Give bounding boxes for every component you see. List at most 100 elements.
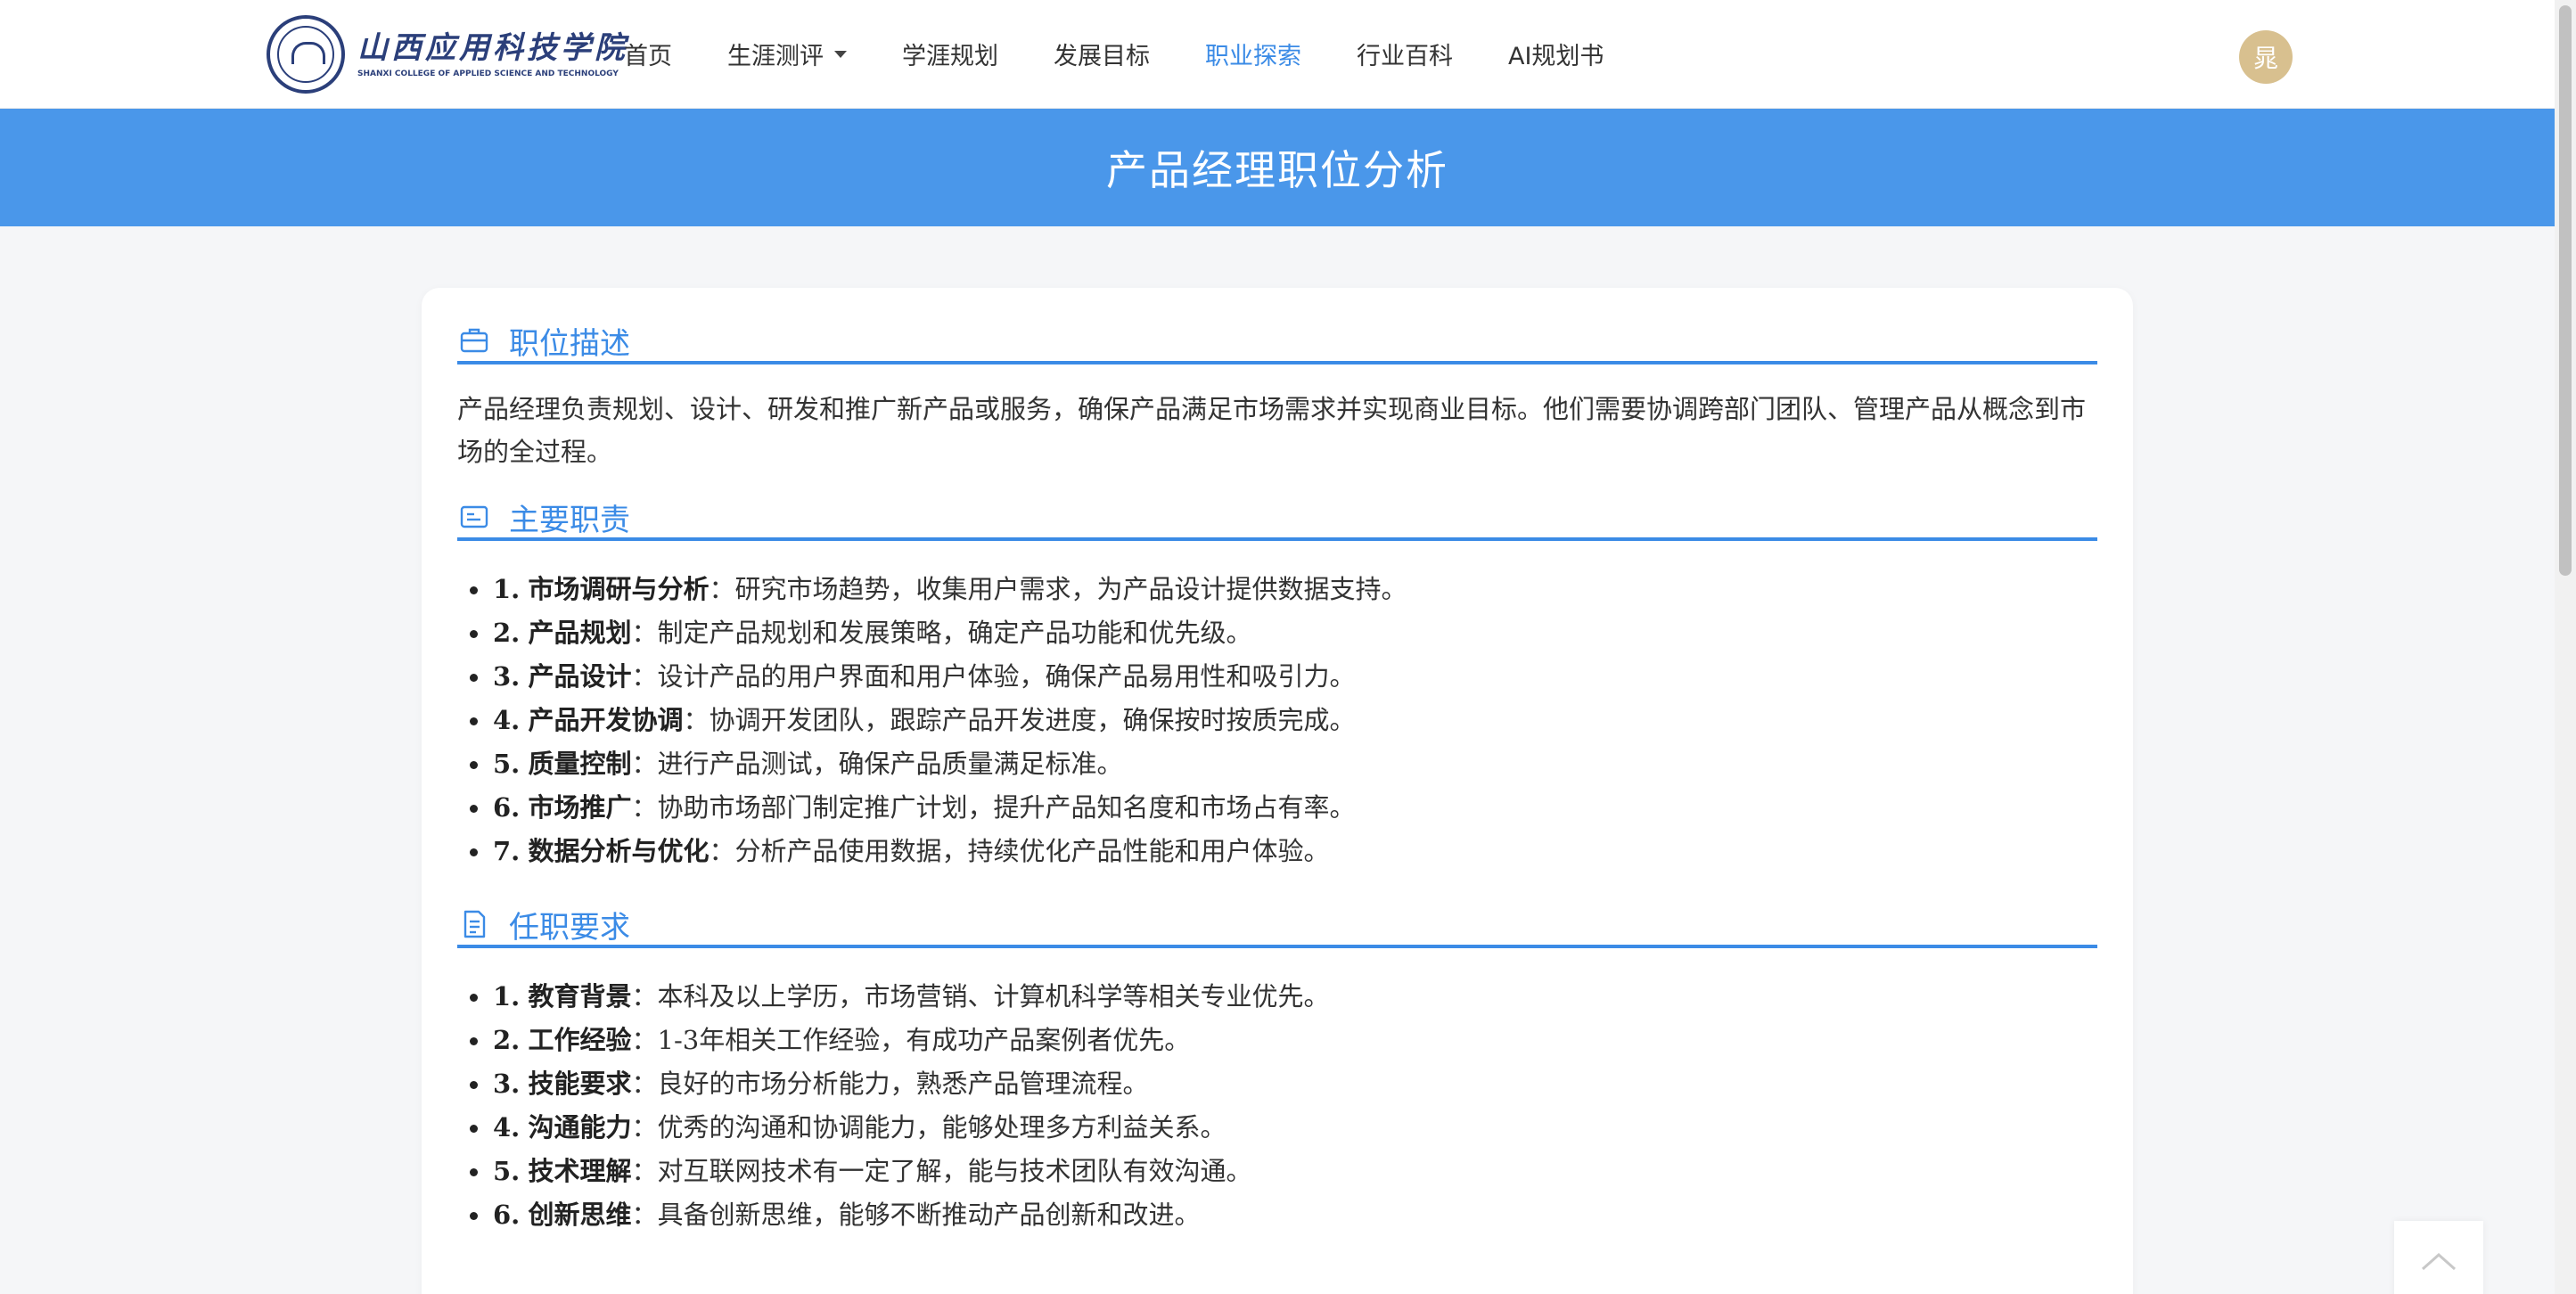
item-number: 3.: [493, 1069, 521, 1099]
list-item: 2. 产品规划：制定产品规划和发展策略，确定产品功能和优先级。: [457, 611, 2097, 655]
item-label: 产品开发协调: [528, 705, 684, 735]
item-separator: ：: [631, 1112, 658, 1142]
requirements-list: 1. 教育背景：本科及以上学历，市场营销、计算机科学等相关专业优先。 2. 工作…: [457, 975, 2097, 1237]
item-text: 制定产品规划和发展策略，确定产品功能和优先级。: [657, 618, 1252, 648]
item-separator: ：: [631, 618, 658, 648]
card-content: 职位描述 产品经理负责规划、设计、研发和推广新产品或服务，确保产品满足市场需求并…: [457, 320, 2097, 1267]
main-nav: 首页 生涯测评 学涯规划 发展目标 职业探索 行业百科 AI规划书: [624, 0, 1659, 108]
list-item: 4. 沟通能力：优秀的沟通和协调能力，能够处理多方利益关系。: [457, 1106, 2097, 1150]
list-item: 6. 市场推广：协助市场部门制定推广计划，提升产品知名度和市场占有率。: [457, 786, 2097, 830]
logo-text: 山西应用科技学院 SHANXI COLLEGE OF APPLIED SCIEN…: [357, 30, 628, 78]
item-label: 市场调研与分析: [528, 574, 710, 604]
chevron-up-icon: [2422, 1252, 2456, 1271]
description-text: 产品经理负责规划、设计、研发和推广新产品或服务，确保产品满足市场需求并实现商业目…: [457, 394, 2087, 467]
logo-chinese-name: 山西应用科技学院: [357, 30, 628, 66]
item-label: 数据分析与优化: [528, 836, 710, 866]
item-separator: ：: [631, 1200, 658, 1230]
document-icon: [464, 910, 486, 938]
list-item: 1. 市场调研与分析：研究市场趋势，收集用户需求，为产品设计提供数据支持。: [457, 568, 2097, 611]
school-logo[interactable]: 山西应用科技学院 SHANXI COLLEGE OF APPLIED SCIEN…: [267, 14, 628, 94]
nav-career-exploration-label: 职业探索: [1205, 43, 1301, 70]
section-header-description: 职位描述: [457, 320, 2097, 364]
item-number: 5.: [493, 749, 521, 779]
nav-career-assessment[interactable]: 生涯测评: [727, 37, 847, 71]
list-item: 5. 技术理解：对互联网技术有一定了解，能与技术团队有效沟通。: [457, 1150, 2097, 1193]
nav-study-planning-label: 学涯规划: [902, 43, 998, 70]
briefcase-icon: [460, 328, 488, 353]
section-title-duties: 主要职责: [509, 502, 630, 538]
logo-english-name: SHANXI COLLEGE OF APPLIED SCIENCE AND TE…: [357, 70, 619, 78]
list-item: 1. 教育背景：本科及以上学历，市场营销、计算机科学等相关专业优先。: [457, 975, 2097, 1019]
item-separator: ：: [631, 661, 658, 692]
item-label: 市场推广: [528, 792, 632, 823]
item-separator: ：: [631, 1025, 658, 1055]
nav-industry-encyclopedia[interactable]: 行业百科: [1357, 37, 1453, 71]
item-text: 良好的市场分析能力，熟悉产品管理流程。: [657, 1069, 1149, 1099]
item-separator: ：: [631, 1156, 658, 1186]
page: 山西应用科技学院 SHANXI COLLEGE OF APPLIED SCIEN…: [0, 0, 2576, 1294]
item-text: 1-3年相关工作经验，有成功产品案例者优先。: [657, 1025, 1191, 1055]
item-number: 4.: [493, 705, 521, 735]
item-text: 具备创新思维，能够不断推动产品创新和改进。: [657, 1200, 1201, 1230]
item-label: 工作经验: [528, 1025, 632, 1055]
nav-ai-plan-label: AI规划书: [1508, 43, 1604, 70]
item-separator: ：: [709, 836, 735, 866]
duties-list: 1. 市场调研与分析：研究市场趋势，收集用户需求，为产品设计提供数据支持。 2.…: [457, 568, 2097, 873]
nav-development-goals-label: 发展目标: [1054, 43, 1150, 70]
item-label: 创新思维: [528, 1200, 632, 1230]
scrollbar-thumb[interactable]: [2559, 5, 2572, 576]
list-item: 6. 创新思维：具备创新思维，能够不断推动产品创新和改进。: [457, 1193, 2097, 1237]
item-separator: ：: [631, 1069, 658, 1099]
section-header-duties: 主要职责: [457, 496, 2097, 541]
item-label: 产品设计: [528, 661, 632, 692]
school-seal-icon: [267, 15, 345, 94]
item-number: 2.: [493, 1025, 521, 1055]
chevron-down-icon: [834, 50, 847, 58]
item-text: 协助市场部门制定推广计划，提升产品知名度和市场占有率。: [657, 792, 1356, 823]
nav-home-label: 首页: [624, 43, 672, 70]
item-text: 分析产品使用数据，持续优化产品性能和用户体验。: [734, 836, 1330, 866]
item-label: 技术理解: [528, 1156, 632, 1186]
item-number: 5.: [493, 1156, 521, 1186]
item-number: 6.: [493, 792, 521, 823]
section-header-requirements: 任职要求: [457, 904, 2097, 948]
top-navigation-bar: 山西应用科技学院 SHANXI COLLEGE OF APPLIED SCIEN…: [0, 0, 2555, 109]
item-text: 优秀的沟通和协调能力，能够处理多方利益关系。: [657, 1112, 1226, 1142]
item-separator: ：: [709, 574, 735, 604]
avatar[interactable]: 晁: [2239, 30, 2293, 84]
list-item: 3. 产品设计：设计产品的用户界面和用户体验，确保产品易用性和吸引力。: [457, 655, 2097, 699]
nav-development-goals[interactable]: 发展目标: [1054, 37, 1150, 71]
nav-career-assessment-label: 生涯测评: [727, 43, 824, 70]
item-label: 技能要求: [528, 1069, 632, 1099]
back-to-top-button[interactable]: [2394, 1221, 2483, 1294]
item-number: 7.: [493, 836, 521, 866]
nav-study-planning[interactable]: 学涯规划: [902, 37, 998, 71]
item-label: 沟通能力: [528, 1112, 632, 1142]
page-banner: 产品经理职位分析: [0, 109, 2555, 226]
item-number: 1.: [493, 574, 521, 604]
item-separator: ：: [683, 705, 710, 735]
list-item: 3. 技能要求：良好的市场分析能力，熟悉产品管理流程。: [457, 1062, 2097, 1106]
item-number: 2.: [493, 618, 521, 648]
list-item: 4. 产品开发协调：协调开发团队，跟踪产品开发进度，确保按时按质完成。: [457, 699, 2097, 742]
item-number: 3.: [493, 661, 521, 692]
nav-career-exploration[interactable]: 职业探索: [1205, 37, 1301, 71]
nav-ai-plan[interactable]: AI规划书: [1508, 37, 1604, 71]
list-item: 7. 数据分析与优化：分析产品使用数据，持续优化产品性能和用户体验。: [457, 830, 2097, 873]
item-label: 产品规划: [528, 618, 632, 648]
item-text: 协调开发团队，跟踪产品开发进度，确保按时按质完成。: [709, 705, 1356, 735]
section-title-description: 职位描述: [509, 325, 630, 362]
section-title-requirements: 任职要求: [509, 909, 630, 946]
item-text: 进行产品测试，确保产品质量满足标准。: [657, 749, 1123, 779]
item-number: 4.: [493, 1112, 521, 1142]
id-card-icon: [460, 505, 488, 528]
item-label: 质量控制: [528, 749, 632, 779]
item-text: 对互联网技术有一定了解，能与技术团队有效沟通。: [657, 1156, 1252, 1186]
item-number: 6.: [493, 1200, 521, 1230]
nav-home[interactable]: 首页: [624, 37, 672, 71]
item-text: 设计产品的用户界面和用户体验，确保产品易用性和吸引力。: [657, 661, 1356, 692]
nav-industry-encyclopedia-label: 行业百科: [1357, 43, 1453, 70]
item-separator: ：: [631, 792, 658, 823]
list-item: 5. 质量控制：进行产品测试，确保产品质量满足标准。: [457, 742, 2097, 786]
page-title: 产品经理职位分析: [1106, 146, 1448, 194]
